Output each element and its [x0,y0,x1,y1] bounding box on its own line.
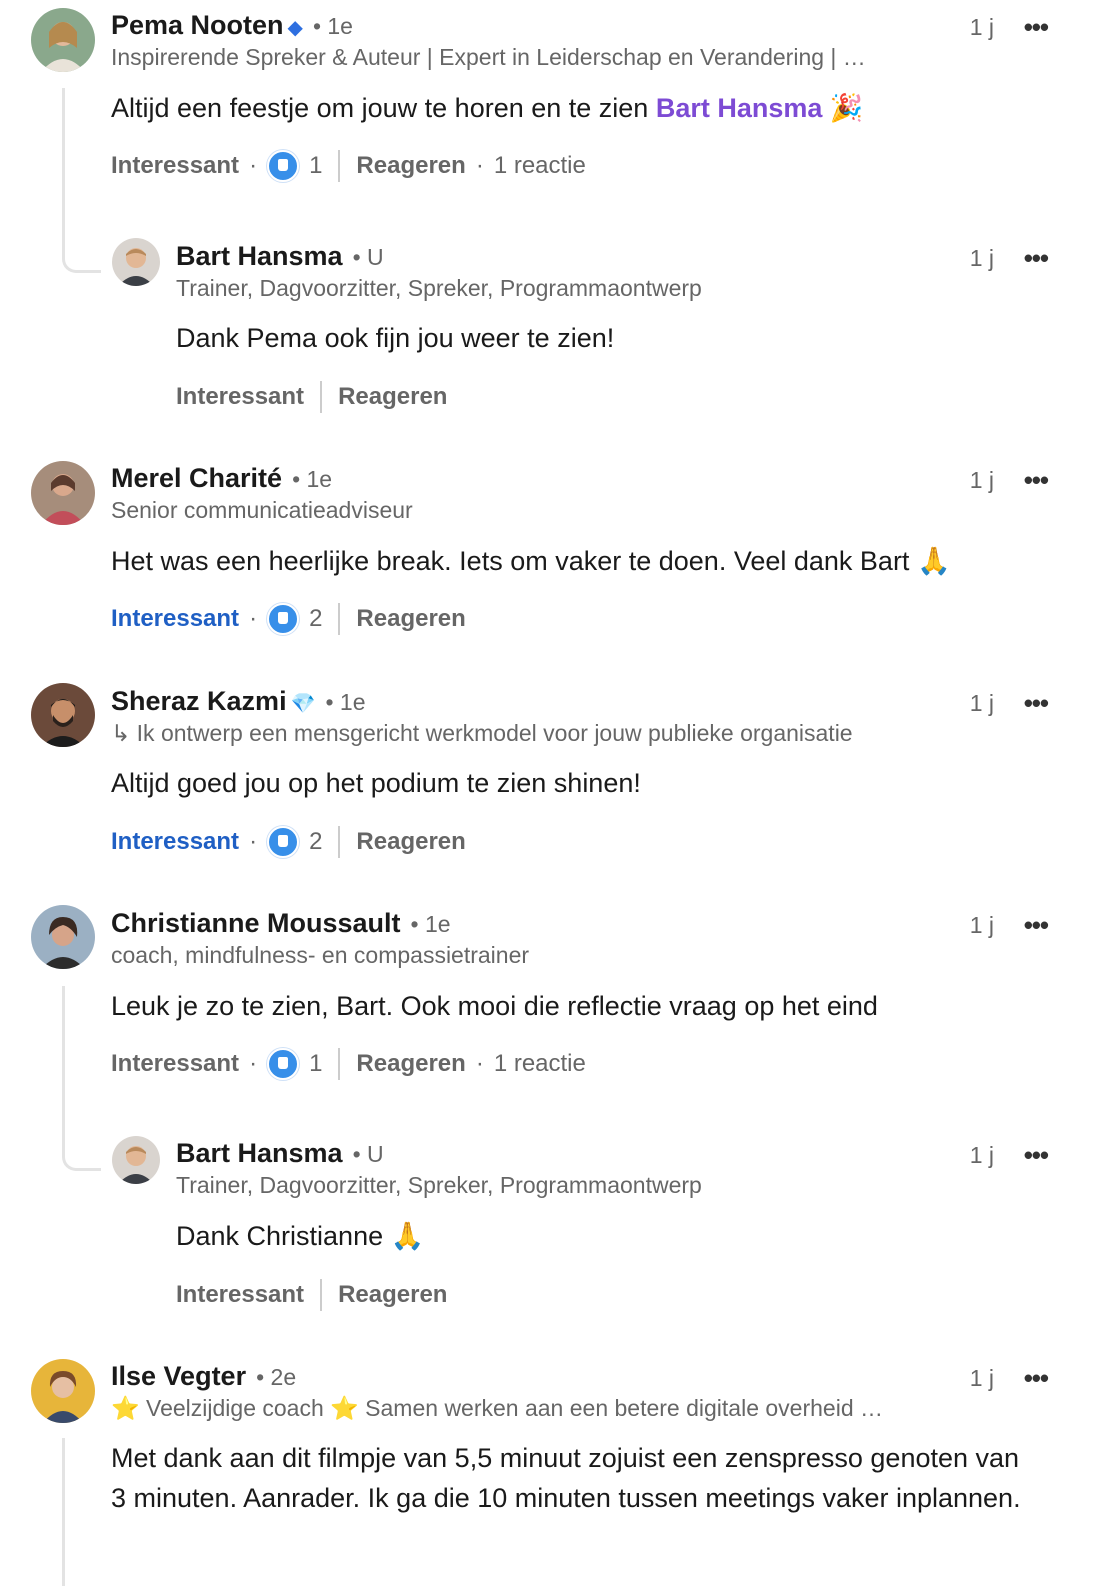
comment-text: Met dank aan dit filmpje van 5,5 minuut … [111,1443,1021,1513]
reply-button[interactable]: Reageren [338,383,447,411]
connection-degree: • 2e [256,1364,297,1390]
like-reaction-icon [267,1048,300,1080]
more-options-icon[interactable]: ••• [1024,243,1049,274]
avatar[interactable] [31,683,95,747]
reaction-count[interactable]: 1 [309,152,322,180]
more-options-icon[interactable]: ••• [1024,465,1049,496]
avatar[interactable] [112,238,160,286]
party-emoji: 🎉 [829,93,864,124]
reply-button[interactable]: Reageren [356,828,465,856]
react-button[interactable]: Interessant [176,1281,304,1309]
connection-degree: • U [352,1141,384,1167]
timestamp: 1 j [969,467,994,493]
like-reaction-icon [267,603,300,635]
author-headline: Trainer, Dagvoorzitter, Spreker, Program… [176,275,702,301]
reply-button[interactable]: Reageren [356,1050,465,1078]
react-button[interactable]: Interessant [111,1050,239,1078]
author-headline: ⭐ Veelzijdige coach ⭐ Samen werken aan e… [111,1395,884,1421]
avatar[interactable] [31,8,95,72]
author-name[interactable]: Sheraz Kazmi [111,686,287,717]
timestamp: 1 j [969,912,994,938]
thread-connector [62,1438,65,1586]
react-button[interactable]: Interessant [111,605,239,633]
diamond-badge-icon: 💎 [290,691,316,715]
thread-connector [62,88,101,273]
author-name[interactable]: Merel Charité [111,463,282,494]
author-headline: coach, mindfulness- en compassietrainer [111,942,530,968]
connection-degree: • 1e [325,689,366,715]
reply-button[interactable]: Reageren [356,152,465,180]
author-headline: ↳ Ik ontwerp een mensgericht werkmodel v… [111,720,853,746]
reaction-count[interactable]: 2 [309,828,322,856]
reply-button[interactable]: Reageren [338,1281,447,1309]
verified-badge-icon: ◆ [287,17,303,39]
connection-degree: • 1e [292,466,333,492]
more-options-icon[interactable]: ••• [1024,1140,1049,1171]
author-headline: Inspirerende Spreker & Auteur | Expert i… [111,44,866,70]
react-button[interactable]: Interessant [176,383,304,411]
like-reaction-icon [267,150,300,182]
more-options-icon[interactable]: ••• [1024,910,1049,941]
more-options-icon[interactable]: ••• [1024,1363,1049,1394]
comment-text: Altijd een feestje om jouw te horen en t… [111,93,864,124]
reaction-count[interactable]: 2 [309,605,322,633]
mention-link[interactable]: Bart Hansma [656,93,823,123]
comment-text: Het was een heerlijke break. Iets om vak… [111,546,951,576]
comment-text: Dank Pema ook fijn jou weer te zien! [176,323,615,353]
author-name[interactable]: Bart Hansma [176,241,343,272]
more-options-icon[interactable]: ••• [1024,12,1049,43]
connection-degree: • 1e [410,911,451,937]
timestamp: 1 j [969,1142,994,1168]
timestamp: 1 j [969,1365,994,1391]
author-name[interactable]: Bart Hansma [176,1138,343,1169]
author-name[interactable]: Pema Nooten [111,10,284,41]
timestamp: 1 j [969,245,994,271]
reply-count[interactable]: 1 reactie [494,152,586,180]
react-button[interactable]: Interessant [111,152,239,180]
timestamp: 1 j [969,14,994,40]
reply-count[interactable]: 1 reactie [494,1050,586,1078]
comment-text: Altijd goed jou op het podium te zien sh… [111,768,641,798]
comment-text: Dank Christianne 🙏 [176,1221,425,1251]
avatar[interactable] [31,905,95,969]
timestamp: 1 j [969,690,994,716]
author-name[interactable]: Ilse Vegter [111,1361,246,1392]
avatar[interactable] [31,461,95,525]
avatar[interactable] [112,1136,160,1184]
avatar[interactable] [31,1359,95,1423]
thread-connector [62,986,101,1171]
like-reaction-icon [267,826,300,858]
react-button[interactable]: Interessant [111,828,239,856]
reaction-count[interactable]: 1 [309,1050,322,1078]
connection-degree: • U [352,244,384,270]
more-options-icon[interactable]: ••• [1024,688,1049,719]
author-headline: Senior communicatieadviseur [111,497,413,523]
author-name[interactable]: Christianne Moussault [111,908,401,939]
reply-button[interactable]: Reageren [356,605,465,633]
comment-text: Leuk je zo te zien, Bart. Ook mooi die r… [111,991,878,1021]
author-headline: Trainer, Dagvoorzitter, Spreker, Program… [176,1172,702,1198]
connection-degree: • 1e [312,13,353,39]
